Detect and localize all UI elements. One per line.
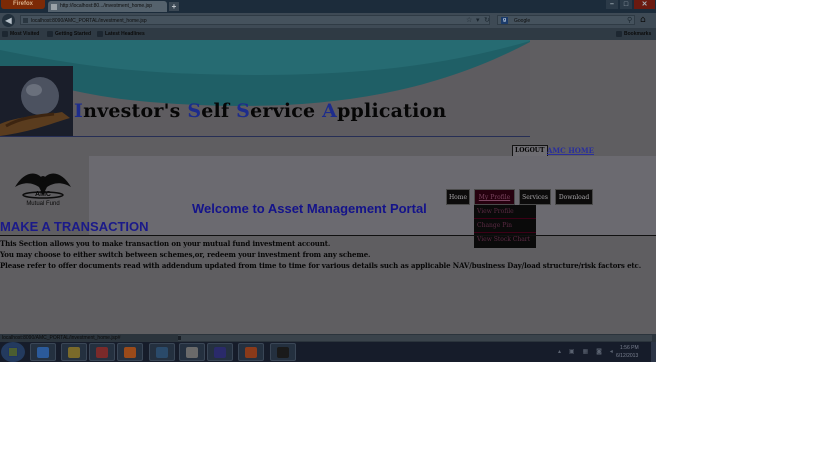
windows-taskbar: ▴ ▣ ▦ ◙ ◂ 1:56 PM 6/12/2013 — [0, 342, 656, 362]
menu-services[interactable]: Services — [519, 189, 551, 205]
maximize-button[interactable]: □ — [620, 0, 632, 9]
menu-home[interactable]: Home — [446, 189, 470, 205]
close-button[interactable]: ✕ — [634, 0, 655, 9]
google-search-engine-icon[interactable]: g — [501, 17, 508, 24]
welcome-heading: Welcome to Asset Management Portal — [192, 201, 427, 216]
page-favicon-icon — [51, 4, 57, 10]
minimize-button[interactable]: – — [606, 0, 618, 9]
logo-subtitle: Mutual Fund — [26, 201, 60, 207]
amc-home-link[interactable]: AMC HOME — [547, 146, 594, 156]
taskbar-d-button[interactable] — [270, 343, 296, 361]
eclipse-icon — [214, 347, 226, 358]
search-placeholder: Google — [514, 18, 531, 24]
app-title: Investor's Self Service Application — [74, 100, 446, 122]
reload-icon[interactable]: ↻ — [484, 15, 490, 25]
horizontal-scrollbar[interactable] — [178, 335, 652, 341]
title-word: elf — [201, 100, 237, 122]
taskbar-ie-button[interactable] — [30, 343, 56, 361]
title-initial: A — [322, 100, 338, 122]
ie-icon — [37, 347, 49, 358]
web-page: Investor's Self Service Application LOGO… — [0, 40, 656, 334]
url-text: localhost:8090/AMC_PORTAL/investment_hom… — [31, 18, 147, 24]
title-initial: I — [74, 100, 84, 122]
back-arrow-icon[interactable]: ◀ — [2, 14, 15, 27]
taskbar-explorer-button[interactable] — [61, 343, 87, 361]
dropdown-arrow-icon[interactable]: ▾ — [476, 15, 480, 25]
transaction-text-line: This Section allows you to make transact… — [0, 239, 331, 248]
firefox-menu-button[interactable]: Firefox — [1, 0, 45, 9]
bookmarks-toolbar: Most Visited Getting Started Latest Head… — [0, 28, 656, 40]
transaction-text-line: You may choose to either switch between … — [0, 250, 371, 259]
app-icon — [156, 347, 168, 358]
bookmarks-star-icon — [616, 31, 622, 37]
taskbar-media-button[interactable] — [89, 343, 115, 361]
profile-dropdown: View Profile Change Pin View Stock Chart — [474, 205, 536, 248]
transaction-text-line: Please refer to offer documents read wit… — [0, 261, 642, 270]
browser-tab[interactable]: http://localhost:80.../investment_home.j… — [48, 1, 167, 12]
d-icon — [277, 347, 289, 358]
title-initial: S — [187, 100, 202, 122]
taskbar-firefox-button[interactable] — [117, 343, 143, 361]
title-word: pplication — [337, 100, 447, 122]
title-word: nvestor's — [83, 100, 188, 122]
clock-time[interactable]: 1:56 PM — [620, 345, 639, 351]
system-tray-icons[interactable]: ▴ ▣ ▦ ◙ ◂ — [558, 348, 616, 355]
home-icon[interactable]: ⌂ — [640, 15, 646, 26]
title-word: ervice — [250, 100, 323, 122]
header-banner: Investor's Self Service Application — [0, 40, 530, 137]
taskbar-app2-button[interactable] — [179, 343, 205, 361]
title-bar: Firefox http://localhost:80.../investmen… — [0, 0, 656, 13]
menu-my-profile[interactable]: My Profile — [474, 189, 515, 205]
status-url: localhost:8090/AMC_PORTAL/investment_hom… — [2, 335, 121, 341]
bookmark-most-visited[interactable]: Most Visited — [2, 28, 39, 40]
url-bar[interactable]: localhost:8090/AMC_PORTAL/investment_hom… — [20, 15, 490, 25]
banner-wave-graphic — [0, 40, 530, 106]
star-icon[interactable]: ☆ — [466, 15, 472, 25]
logo-name: AMC — [35, 191, 51, 198]
taskbar-chrome-button[interactable] — [238, 343, 264, 361]
rss-feed-icon — [97, 31, 103, 37]
tab-title: http://localhost:80.../investment_home.j… — [60, 3, 152, 9]
title-initial: S — [236, 100, 251, 122]
dropdown-change-pin[interactable]: Change Pin — [474, 219, 536, 233]
bookmarks-menu-button[interactable]: Bookmarks — [616, 28, 651, 40]
taskbar-app-button[interactable] — [149, 343, 175, 361]
scrollbar-thumb[interactable] — [178, 336, 181, 340]
transaction-heading: MAKE A TRANSACTION — [0, 219, 149, 234]
bookmark-folder-icon — [2, 31, 8, 37]
search-magnifier-icon[interactable]: ⚲ — [627, 15, 632, 25]
firefox-icon — [124, 347, 136, 358]
media-icon — [96, 347, 108, 358]
bookmark-latest-headlines[interactable]: Latest Headlines — [97, 28, 145, 40]
explorer-icon — [68, 347, 80, 358]
dropdown-view-profile[interactable]: View Profile — [474, 205, 536, 219]
clock-date[interactable]: 6/12/2013 — [616, 353, 638, 359]
status-bar: localhost:8090/AMC_PORTAL/investment_hom… — [0, 334, 656, 342]
show-desktop-button[interactable] — [651, 342, 656, 362]
taskbar-eclipse-button[interactable] — [207, 343, 233, 361]
globe-in-hand-image — [0, 66, 73, 136]
navigation-toolbar: ◀ localhost:8090/AMC_PORTAL/investment_h… — [0, 13, 656, 28]
transaction-divider — [0, 235, 656, 236]
site-identity-icon[interactable] — [23, 18, 28, 23]
new-tab-button[interactable]: + — [169, 2, 179, 11]
chrome-icon — [245, 347, 257, 358]
start-button[interactable] — [1, 342, 25, 362]
search-input[interactable]: g Google — [497, 15, 635, 25]
bookmark-page-icon — [47, 31, 53, 37]
banner-divider — [0, 136, 530, 137]
menu-download[interactable]: Download — [555, 189, 593, 205]
bookmark-getting-started[interactable]: Getting Started — [47, 28, 91, 40]
screen: Firefox http://localhost:80.../investmen… — [0, 0, 656, 362]
app2-icon — [186, 347, 198, 358]
